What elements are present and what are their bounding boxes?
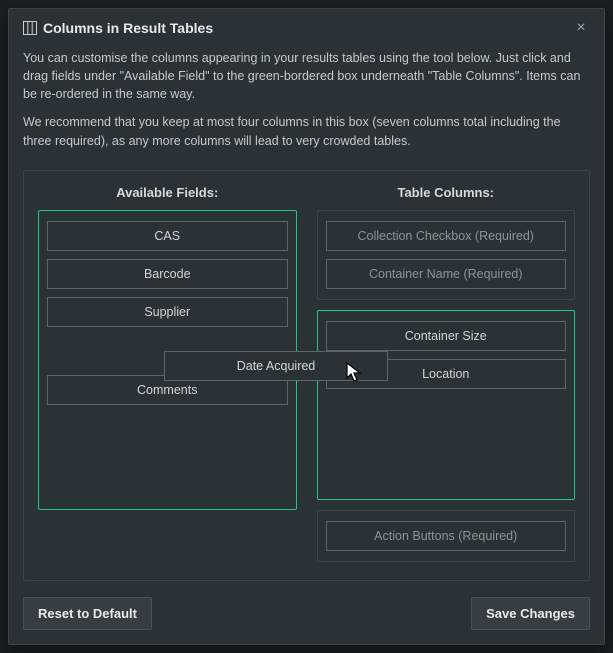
columns-modal: Columns in Result Tables × You can custo… (8, 8, 605, 645)
close-icon[interactable]: × (572, 19, 590, 37)
columns-icon (23, 21, 37, 35)
required-field: Container Name (Required) (326, 259, 567, 289)
required-field: Collection Checkbox (Required) (326, 221, 567, 251)
field-item[interactable]: CAS (47, 221, 288, 251)
dragged-field[interactable]: Date Acquired (164, 351, 388, 381)
modal-title: Columns in Result Tables (43, 20, 572, 36)
modal-footer: Reset to Default Save Changes (23, 597, 590, 630)
required-bottom-box: Action Buttons (Required) (317, 510, 576, 562)
field-item[interactable]: Container Size (326, 321, 567, 351)
save-button[interactable]: Save Changes (471, 597, 590, 630)
description-p2: We recommend that you keep at most four … (23, 113, 590, 149)
field-item[interactable]: Barcode (47, 259, 288, 289)
description-p1: You can customise the columns appearing … (23, 49, 590, 103)
table-dropzone[interactable]: Container Size Location (317, 310, 576, 500)
required-top-box: Collection Checkbox (Required) Container… (317, 210, 576, 300)
required-field: Action Buttons (Required) (326, 521, 567, 551)
available-heading: Available Fields: (38, 185, 297, 200)
reset-button[interactable]: Reset to Default (23, 597, 152, 630)
table-heading: Table Columns: (317, 185, 576, 200)
field-item[interactable]: Supplier (47, 297, 288, 327)
modal-header: Columns in Result Tables × (9, 9, 604, 43)
modal-description: You can customise the columns appearing … (9, 43, 604, 164)
